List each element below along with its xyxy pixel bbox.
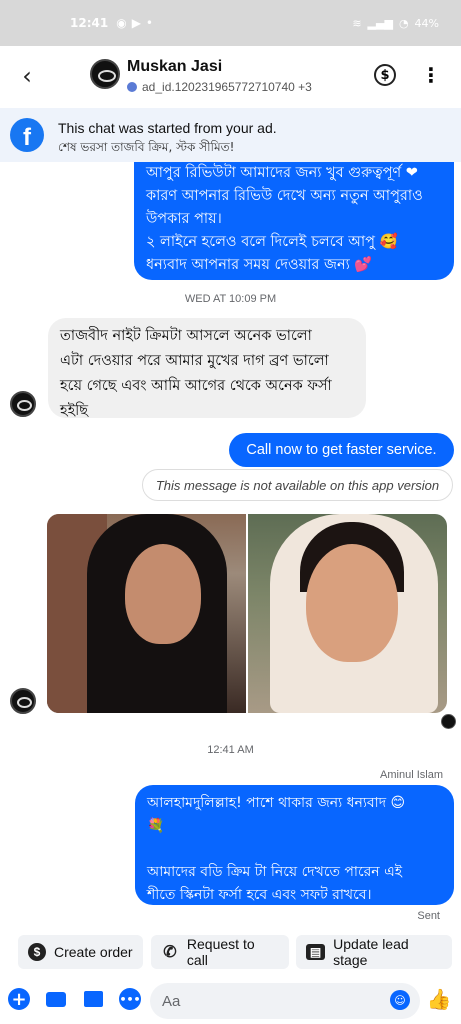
message-line: আমাদের বডি ক্রিম টা নিয়ে দেখতে পারেন এই <box>147 864 403 880</box>
timestamp: 12:41 AM <box>207 744 254 756</box>
dollar-icon: $ <box>380 67 390 83</box>
message-line: ২ লাইনে হলেও বলে দিলেই চলবে আপু 🥰 <box>146 234 398 250</box>
youtube-icon: ▶ <box>131 16 141 30</box>
update-lead-stage-label: Update lead stage <box>333 936 409 968</box>
message-line <box>147 838 442 861</box>
outgoing-message-thanks[interactable]: আলহামদুলিল্লাহ! পাশে থাকার জন্য ধন্যবাদ … <box>135 785 454 905</box>
ad-source-icon <box>127 82 137 92</box>
unavailable-message-notice: This message is not available on this ap… <box>142 469 453 501</box>
kebab-menu-icon: ⋮ <box>421 63 441 87</box>
sender-avatar[interactable] <box>10 688 36 714</box>
message-line: হয়ে গেছে এবং আমি আগের থেকে অনেক ফর্সা <box>60 378 332 394</box>
messenger-icon: ◉ <box>116 16 127 30</box>
facebook-icon: f <box>10 118 44 152</box>
wifi-icon: ≋ <box>352 16 362 30</box>
signal-icon: ▂▄▆ <box>367 16 393 30</box>
gallery-button[interactable] <box>82 988 104 1010</box>
smiley-icon: ☺ <box>394 993 406 1007</box>
chat-dots-icon: ••• <box>119 992 141 1006</box>
delivery-status: Sent <box>417 910 440 922</box>
chevron-left-icon: ‹ <box>22 62 32 90</box>
read-receipt-avatar <box>441 714 456 729</box>
emoji-button[interactable]: ☺ <box>390 990 410 1010</box>
ad-id-line: ad_id.120231965772710740 +3 <box>127 80 312 94</box>
ad-banner-title: This chat was started from your ad. <box>58 120 277 136</box>
battery-icon: ◔ <box>398 16 409 30</box>
outgoing-message-call-now[interactable]: Call now to get faster service. <box>229 433 454 467</box>
contact-name[interactable]: Muskan Jasi <box>127 58 222 76</box>
payment-button[interactable]: $ <box>374 64 396 86</box>
sender-name: Aminul Islam <box>380 769 443 781</box>
message-line: কারণ আপনার রিভিউ দেখে অন্য নতুন আপুরাও <box>146 188 423 204</box>
message-line: ধন্যবাদ আপনার সময় দেওয়ার জন্য 💕 <box>146 257 373 273</box>
ad-id: ad_id.120231965772710740 +3 <box>142 80 312 94</box>
request-to-call-button[interactable]: ✆ Request to call <box>151 935 289 969</box>
system-icons: ≋ ▂▄▆ ◔ 44% <box>352 17 439 30</box>
update-lead-stage-button[interactable]: ▤ Update lead stage <box>296 935 452 969</box>
dot-icon: • <box>145 16 153 30</box>
message-line: তাজবীদ নাইট ক্রিমটা আসলে অনেক ভালো <box>60 328 312 344</box>
voice-button[interactable]: ••• <box>119 988 141 1010</box>
message-line: 💐 <box>147 818 165 834</box>
shared-photo-1[interactable] <box>47 514 246 713</box>
notification-icons: ◉ ▶ • <box>116 16 153 30</box>
message-composer: + ••• Aa ☺ 👍 <box>0 978 461 1024</box>
plus-icon: + <box>11 988 27 1010</box>
like-button[interactable]: 👍 <box>426 987 452 1011</box>
back-button[interactable]: ‹ <box>14 62 40 90</box>
ad-banner[interactable]: f This chat was started from your ad. শে… <box>0 108 461 162</box>
message-line: আপুর রিভিউটা আমাদের জন্য খুব গুরুত্বপূর্… <box>146 165 418 181</box>
create-order-label: Create order <box>54 944 133 960</box>
status-bar: 12:41 ◉ ▶ • ≋ ▂▄▆ ◔ 44% <box>0 0 461 46</box>
message-line: হইছি <box>60 403 89 419</box>
timestamp: WED AT 10:09 PM <box>184 293 277 305</box>
phone-plus-icon: ✆ <box>163 944 177 961</box>
more-menu-button[interactable]: ⋮ <box>421 61 441 89</box>
avatar[interactable] <box>90 59 120 89</box>
message-line: শীতে স্কিনটা ফর্সা হবে এবং সফট রাখবে। <box>147 887 372 903</box>
plus-button[interactable]: + <box>8 988 30 1010</box>
battery-level: 44% <box>414 16 439 30</box>
dollar-icon: $ <box>28 943 46 961</box>
camera-button[interactable] <box>45 988 67 1010</box>
message-line: আলহামদুলিল্লাহ! পাশে থাকার জন্য ধন্যবাদ … <box>147 795 406 811</box>
thumbs-up-icon: 👍 <box>426 987 452 1011</box>
create-order-button[interactable]: $ Create order <box>18 935 143 969</box>
sender-avatar[interactable] <box>10 391 36 417</box>
shared-photo-2[interactable] <box>248 514 447 713</box>
message-line: উপকার পায়। <box>146 211 222 227</box>
outgoing-message-review-request[interactable]: আপুর রিভিউটা আমাদের জন্য খুব গুরুত্বপূর্… <box>134 162 454 280</box>
message-input[interactable]: Aa <box>150 983 420 1019</box>
status-time: 12:41 <box>70 16 109 30</box>
contact-card-icon: ▤ <box>306 944 326 960</box>
chat-header: ‹ Muskan Jasi ad_id.120231965772710740 +… <box>0 46 461 108</box>
request-to-call-label: Request to call <box>186 936 255 968</box>
ad-banner-subtitle: শেষ ভরসা তাজবি ক্রিম, স্টক সীমিত! <box>58 140 235 154</box>
message-line: এটা দেওয়ার পরে আমার মুখের দাগ ব্রণ ভালো <box>60 353 329 369</box>
incoming-message-review[interactable]: তাজবীদ নাইট ক্রিমটা আসলে অনেক ভালো এটা দ… <box>48 318 366 419</box>
